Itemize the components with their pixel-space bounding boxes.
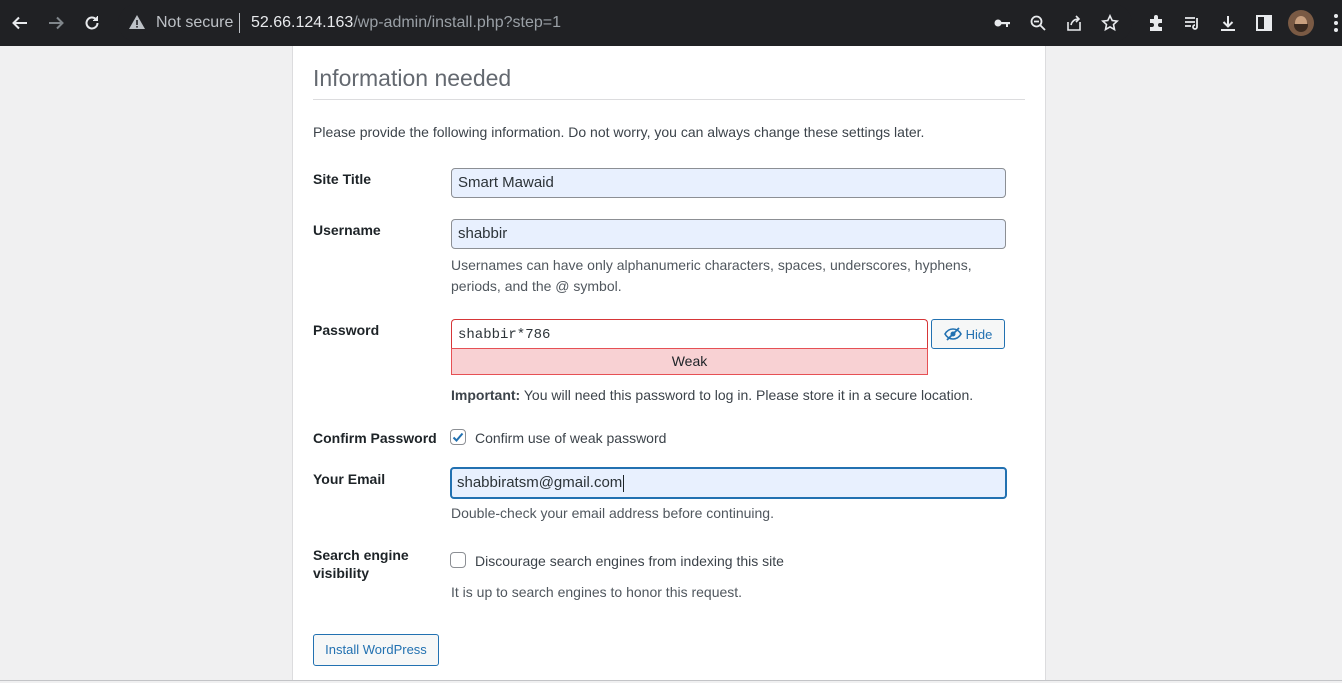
install-wordpress-button[interactable]: Install WordPress bbox=[313, 634, 439, 666]
weak-password-checkbox-label[interactable]: Confirm use of weak password bbox=[475, 430, 666, 446]
search-visibility-help: It is up to search engines to honor this… bbox=[451, 584, 743, 600]
address-separator bbox=[239, 13, 240, 33]
username-help-line2: periods, and the @ symbol. bbox=[451, 278, 622, 294]
profile-avatar[interactable] bbox=[1288, 10, 1314, 36]
username-label: Username bbox=[313, 222, 381, 238]
hide-password-button[interactable]: Hide bbox=[931, 319, 1005, 349]
security-status[interactable]: Not secure bbox=[156, 13, 233, 33]
text-caret bbox=[623, 474, 625, 492]
site-title-input[interactable]: Smart Mawaid bbox=[451, 168, 1006, 198]
extensions-icon[interactable] bbox=[1144, 11, 1168, 35]
email-label: Your Email bbox=[313, 471, 386, 487]
email-input[interactable]: shabbiratsm@gmail.com bbox=[450, 467, 1007, 499]
username-input[interactable]: shabbir bbox=[451, 219, 1006, 249]
reload-icon[interactable] bbox=[80, 11, 104, 35]
site-title-label: Site Title bbox=[313, 171, 372, 187]
menu-kebab-icon[interactable] bbox=[1334, 14, 1338, 32]
email-help: Double-check your email address before c… bbox=[451, 505, 774, 521]
email-value: shabbiratsm@gmail.com bbox=[457, 474, 623, 491]
back-arrow-icon[interactable] bbox=[8, 11, 32, 35]
page-title: Information needed bbox=[313, 65, 512, 91]
password-important-note: Important: You will need this password t… bbox=[451, 385, 973, 406]
key-icon[interactable] bbox=[990, 11, 1014, 35]
username-help: Usernames can have only alphanumeric cha… bbox=[451, 255, 972, 297]
intro-text: Please provide the following information… bbox=[313, 124, 925, 140]
browser-toolbar: Not secure 52.66.124.163/wp-admin/instal… bbox=[0, 0, 1342, 46]
password-label: Password bbox=[313, 322, 380, 338]
title-divider bbox=[313, 99, 1025, 100]
eye-slash-icon bbox=[943, 327, 962, 341]
discourage-search-checkbox[interactable] bbox=[450, 552, 466, 568]
username-help-line1: Usernames can have only alphanumeric cha… bbox=[451, 257, 972, 273]
warning-icon[interactable] bbox=[128, 13, 148, 33]
search-visibility-label-line1: Search engine bbox=[313, 547, 409, 563]
checkmark-icon bbox=[452, 432, 464, 442]
search-visibility-label-line2: visibility bbox=[313, 565, 370, 581]
share-icon[interactable] bbox=[1062, 11, 1086, 35]
forward-arrow-icon[interactable] bbox=[44, 11, 68, 35]
hide-button-label: Hide bbox=[965, 326, 993, 342]
password-strength-meter: Weak bbox=[451, 348, 928, 375]
url-text[interactable]: 52.66.124.163/wp-admin/install.php?step=… bbox=[251, 13, 561, 33]
reading-list-icon[interactable] bbox=[1180, 11, 1204, 35]
url-host: 52.66.124.163 bbox=[251, 14, 354, 31]
important-text: You will need this password to log in. P… bbox=[520, 387, 974, 403]
search-visibility-label: Search engine visibility bbox=[313, 546, 409, 582]
confirm-password-label: Confirm Password bbox=[313, 430, 437, 446]
important-prefix: Important: bbox=[451, 387, 521, 403]
url-path: /wp-admin/install.php?step=1 bbox=[353, 14, 562, 31]
discourage-search-label[interactable]: Discourage search engines from indexing … bbox=[475, 553, 784, 569]
page-bottom-border bbox=[0, 680, 1342, 681]
weak-password-checkbox[interactable] bbox=[450, 429, 466, 445]
bookmark-star-icon[interactable] bbox=[1098, 11, 1122, 35]
download-icon[interactable] bbox=[1216, 11, 1240, 35]
zoom-icon[interactable] bbox=[1026, 11, 1050, 35]
password-input[interactable]: shabbir*786 bbox=[451, 319, 928, 349]
side-panel-icon[interactable] bbox=[1252, 11, 1276, 35]
